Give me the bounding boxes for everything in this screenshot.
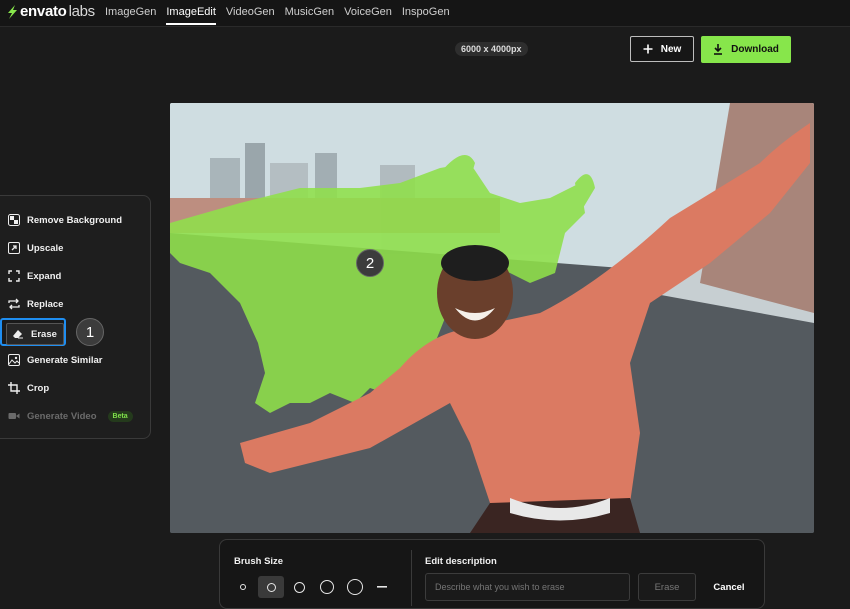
crop-icon — [8, 382, 20, 394]
tool-erase[interactable]: Erase — [6, 323, 64, 345]
download-button-label: Download — [731, 44, 779, 55]
step-2-annotation: 2 — [356, 249, 384, 277]
brush-l-icon — [320, 580, 334, 594]
brush-xs-icon — [240, 584, 246, 590]
eraser-icon — [12, 328, 24, 340]
tool-upscale[interactable]: Upscale — [8, 238, 63, 258]
tool-generate-similar[interactable]: Generate Similar — [8, 350, 103, 370]
new-button-label: New — [660, 43, 682, 55]
cancel-button[interactable]: Cancel — [704, 573, 754, 601]
envato-labs-logo[interactable]: envato labs — [6, 3, 95, 20]
nav-imageedit[interactable]: ImageEdit — [166, 6, 216, 25]
new-button[interactable]: New — [630, 36, 694, 62]
nav-imagegen[interactable]: ImageGen — [105, 6, 156, 18]
download-button[interactable]: Download — [701, 36, 791, 63]
leaf-icon — [8, 4, 17, 19]
beta-badge: Beta — [107, 410, 133, 422]
upscale-icon — [8, 242, 20, 254]
edit-description-input[interactable] — [425, 573, 630, 601]
nav-inspogen[interactable]: InspoGen — [402, 6, 450, 18]
tool-expand[interactable]: Expand — [8, 266, 61, 286]
tool-label: Replace — [27, 298, 64, 310]
tool-replace[interactable]: Replace — [8, 294, 63, 314]
step-1-annotation: 1 — [76, 318, 104, 346]
image-dimensions-badge: 6000 x 4000px — [455, 42, 528, 56]
brush-size-l[interactable] — [314, 576, 340, 598]
tool-label: Upscale — [27, 242, 64, 254]
brush-size-m[interactable] — [286, 576, 312, 598]
expand-icon — [8, 270, 20, 282]
photo-scene — [170, 103, 814, 533]
tools-sidebar: Remove Background Upscale Expand Replace… — [0, 195, 151, 439]
replace-icon — [8, 298, 20, 310]
checker-icon — [8, 214, 20, 226]
tool-label: Crop — [27, 382, 50, 394]
tool-crop[interactable]: Crop — [8, 378, 49, 398]
brush-size-xs[interactable] — [232, 576, 254, 598]
brush-collapse-button[interactable] — [372, 576, 392, 598]
minus-icon — [377, 586, 387, 588]
nav-voicegen[interactable]: VoiceGen — [344, 6, 392, 18]
tool-remove-background[interactable]: Remove Background — [8, 210, 122, 230]
tool-label: Remove Background — [27, 214, 123, 226]
edit-description-label: Edit description — [425, 556, 497, 567]
brand-name-bold: envato — [20, 3, 67, 20]
erase-submit-button[interactable]: Erase — [638, 573, 696, 601]
tool-label: Expand — [27, 270, 62, 282]
erase-edit-panel: Brush Size Edit description Erase Cancel — [219, 539, 765, 609]
tool-label: Generate Video — [27, 410, 97, 422]
tool-generate-video: Generate Video Beta — [8, 406, 133, 426]
brush-size-s[interactable] — [258, 576, 284, 598]
tool-label: Erase — [31, 328, 57, 340]
top-navigation: envato labs ImageGen ImageEdit VideoGen … — [0, 0, 850, 27]
erase-tool-content: Erase — [12, 324, 57, 344]
brush-xl-icon — [347, 579, 363, 595]
tool-label: Generate Similar — [27, 354, 103, 366]
nav-links: ImageGen ImageEdit VideoGen MusicGen Voi… — [105, 6, 450, 25]
brush-size-label: Brush Size — [234, 556, 284, 567]
nav-videogen[interactable]: VideoGen — [226, 6, 275, 18]
brush-size-xl[interactable] — [342, 576, 368, 598]
brush-m-icon — [293, 581, 305, 593]
brand-name-light: labs — [68, 3, 96, 20]
erase-tool-highlight: Erase — [0, 318, 66, 346]
nav-musicgen[interactable]: MusicGen — [285, 6, 335, 18]
brush-s-icon — [266, 582, 276, 592]
images-icon — [8, 354, 20, 366]
download-icon — [714, 44, 723, 55]
plus-icon — [643, 44, 653, 54]
video-icon — [8, 410, 20, 422]
image-canvas[interactable] — [170, 103, 814, 533]
